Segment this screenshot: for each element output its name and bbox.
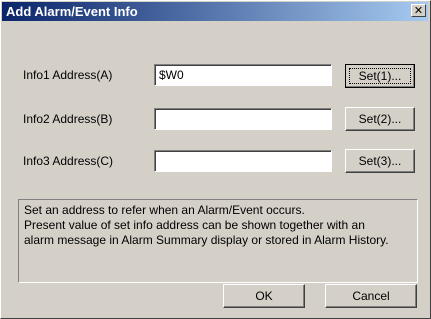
description-box: Set an address to refer when an Alarm/Ev… — [18, 199, 418, 283]
cancel-button-label: Cancel — [352, 289, 390, 303]
info2-address-label: Info2 Address(B) — [23, 112, 113, 126]
set1-button[interactable]: Set(1)... — [345, 64, 415, 88]
info3-address-label: Info3 Address(C) — [23, 154, 114, 168]
cancel-button[interactable]: Cancel — [325, 284, 417, 308]
ok-button[interactable]: OK — [223, 284, 305, 308]
set3-button-label: Set(3)... — [358, 154, 402, 168]
description-line: Set an address to refer when an Alarm/Ev… — [24, 203, 305, 217]
close-button[interactable]: ✕ — [411, 4, 426, 17]
description-line: alarm message in Alarm Summary display o… — [24, 233, 389, 247]
info1-address-label: Info1 Address(A) — [23, 68, 113, 82]
title-bar: Add Alarm/Event Info ✕ — [2, 2, 428, 21]
info2-address-input[interactable] — [154, 108, 332, 130]
set2-button[interactable]: Set(2)... — [345, 107, 415, 131]
focus-rectangle — [349, 68, 411, 84]
description-line: Present value of set info address can be… — [24, 218, 365, 232]
alarm-event-info-dialog: Add Alarm/Event Info ✕ Info1 Address(A) … — [0, 0, 431, 319]
set2-button-label: Set(2)... — [358, 112, 402, 126]
ok-button-label: OK — [255, 289, 273, 303]
info3-address-input[interactable] — [154, 150, 332, 172]
info1-address-input[interactable]: $W0 — [154, 64, 332, 86]
set3-button[interactable]: Set(3)... — [345, 149, 415, 173]
window-title: Add Alarm/Event Info — [6, 4, 138, 19]
close-icon[interactable]: ✕ — [414, 4, 423, 17]
